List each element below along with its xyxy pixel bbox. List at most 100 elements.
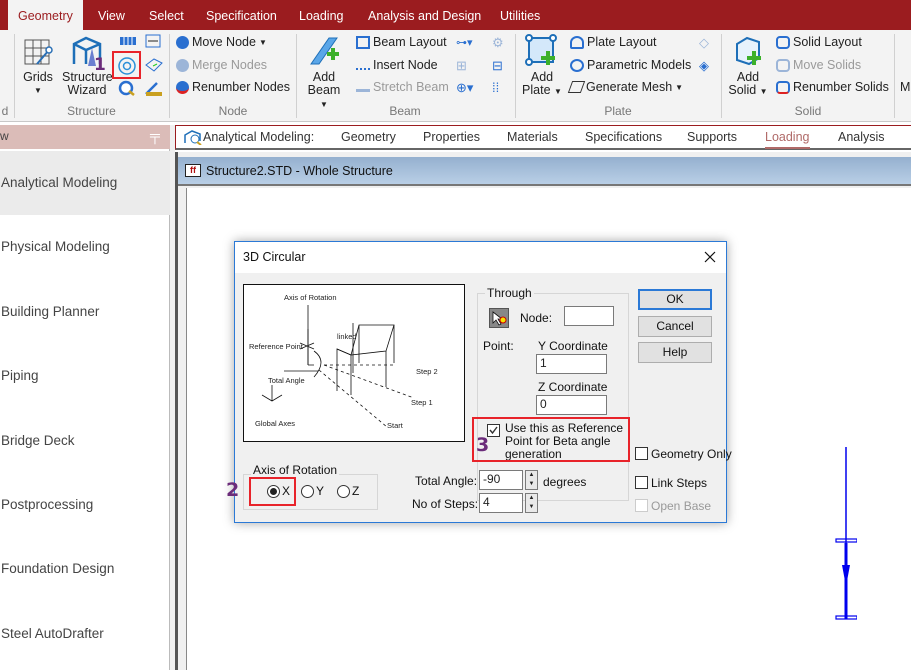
- plate-icon: [145, 58, 163, 72]
- plate-renumber-icon[interactable]: ◈: [699, 58, 709, 74]
- help-button[interactable]: Help: [638, 342, 712, 363]
- parametric-models-button[interactable]: Parametric Models: [570, 58, 691, 72]
- mode-geometry[interactable]: Geometry: [341, 126, 396, 149]
- tab-analysis-design[interactable]: Analysis and Design: [358, 0, 491, 30]
- mode-specifications[interactable]: Specifications: [585, 126, 662, 149]
- move-solids-button[interactable]: Move Solids: [776, 58, 861, 72]
- sidebar-item-postprocessing[interactable]: Postprocessing: [0, 473, 170, 537]
- total-angle-input[interactable]: -90: [479, 470, 523, 490]
- mode-supports[interactable]: Supports: [687, 126, 737, 149]
- total-angle-spinner[interactable]: ▲ ▼: [525, 470, 538, 490]
- move-node-button[interactable]: Move Node ▼: [176, 35, 267, 49]
- beam-dotted-icon[interactable]: ⁞⁞: [492, 80, 499, 95]
- axis-z-radio[interactable]: [337, 485, 350, 498]
- stretch-beam-button[interactable]: Stretch Beam: [356, 80, 449, 94]
- steps-spinner[interactable]: ▲ ▼: [525, 493, 538, 513]
- analytical-modeling-icon: [184, 130, 202, 145]
- ok-button[interactable]: OK: [638, 289, 712, 310]
- open-base-checkbox[interactable]: [635, 499, 648, 512]
- tab-geometry[interactable]: Geometry: [8, 0, 83, 30]
- highlight-box-2: [249, 477, 296, 506]
- tab-loading[interactable]: Loading: [289, 0, 354, 30]
- merge-nodes-label: Merge Nodes: [192, 58, 268, 72]
- beam-offset-icon[interactable]: ⊞: [456, 58, 467, 74]
- beam-split-icon[interactable]: ⊕▾: [456, 80, 473, 96]
- structure-member-drawing: [835, 447, 857, 620]
- document-title-bar: ff Structure2.STD - Whole Structure: [178, 157, 911, 186]
- z-coordinate-input[interactable]: 0: [536, 395, 607, 415]
- beam-layout-button[interactable]: Beam Layout: [356, 35, 447, 49]
- diagram-label-global-axes: Global Axes: [255, 419, 296, 428]
- tab-view[interactable]: View: [88, 0, 135, 30]
- renumber-solids-label: Renumber Solids: [793, 80, 889, 94]
- mode-materials[interactable]: Materials: [507, 126, 558, 149]
- add-beam-button[interactable]: Add Beam ▼: [302, 34, 346, 111]
- geometry-only-label: Geometry Only: [651, 447, 732, 461]
- grids-button[interactable]: Grids ▼: [20, 38, 56, 97]
- group-label-solid: Solid: [794, 104, 822, 118]
- load-arrow-icon: [842, 565, 850, 581]
- mode-bar: Analytical Modeling: Geometry Properties…: [175, 125, 911, 150]
- mode-analysis[interactable]: Analysis: [838, 126, 885, 149]
- spinner-arrows-icon: ▲ ▼: [528, 472, 535, 487]
- pin-icon[interactable]: ╤: [150, 127, 160, 143]
- more-ribbon-group[interactable]: M: [900, 80, 910, 94]
- group-separator: [894, 34, 895, 118]
- sidebar-item-foundation-design[interactable]: Foundation Design: [0, 537, 170, 601]
- cancel-button[interactable]: Cancel: [638, 316, 712, 337]
- axis-y-radio[interactable]: [301, 485, 314, 498]
- renumber-solids-button[interactable]: Renumber Solids: [776, 80, 889, 94]
- sidebar-item-steel-autodrafter[interactable]: Steel AutoDrafter: [0, 602, 170, 666]
- steps-input[interactable]: 4: [479, 493, 523, 513]
- mode-properties[interactable]: Properties: [423, 126, 480, 149]
- sidebar-item-physical-modeling[interactable]: Physical Modeling: [0, 215, 170, 279]
- node-input[interactable]: [564, 306, 614, 326]
- insert-node-label: Insert Node: [373, 58, 438, 72]
- beam-renumber-icon[interactable]: ⊟: [492, 58, 503, 74]
- menu-tab-bar: Geometry View Select Specification Loadi…: [0, 0, 911, 30]
- document-title: Structure2.STD - Whole Structure: [206, 164, 393, 178]
- generate-mesh-button[interactable]: Generate Mesh ▼: [567, 80, 683, 94]
- mode-label: Analytical Modeling:: [203, 130, 315, 144]
- solid-layout-button[interactable]: Solid Layout: [776, 35, 862, 49]
- move-solids-label: Move Solids: [793, 58, 862, 72]
- link-steps-checkbox[interactable]: [635, 476, 648, 489]
- tab-utilities[interactable]: Utilities: [490, 0, 550, 30]
- annotation-1: 1: [94, 55, 106, 75]
- beam-tool-icon[interactable]: ⊶▾: [456, 36, 473, 49]
- dropdown-arrow-icon: ▼: [258, 37, 267, 47]
- solid-layout-icon: [776, 35, 790, 49]
- merge-nodes-button[interactable]: Merge Nodes: [176, 58, 267, 72]
- dropdown-arrow-icon: ▼: [34, 86, 42, 95]
- axis-y-label: Y: [316, 484, 325, 498]
- plate-add-node-icon[interactable]: ◇: [699, 35, 709, 51]
- renumber-nodes-icon: [176, 80, 189, 94]
- document-icon: ff: [185, 164, 201, 177]
- sidebar-item-bridge-deck[interactable]: Bridge Deck: [0, 409, 170, 473]
- renumber-nodes-label: Renumber Nodes: [192, 80, 290, 94]
- beam-connect-icon[interactable]: ⚙: [492, 35, 504, 51]
- plate-layout-button[interactable]: Plate Layout: [570, 35, 657, 49]
- y-coordinate-input[interactable]: 1: [536, 354, 607, 374]
- close-icon[interactable]: [704, 251, 716, 263]
- sidebar-item-piping[interactable]: Piping: [0, 344, 170, 408]
- axis-z-label: Z: [352, 484, 360, 498]
- renumber-nodes-button[interactable]: Renumber Nodes: [176, 80, 290, 94]
- add-plate-button[interactable]: Add Plate ▼: [521, 34, 563, 98]
- add-beam-icon: [310, 37, 339, 65]
- pick-node-button[interactable]: [489, 308, 509, 328]
- stretch-beam-icon: [356, 82, 370, 92]
- add-solid-button[interactable]: Add Solid ▼: [727, 34, 769, 98]
- solid-layout-label: Solid Layout: [793, 35, 862, 49]
- mode-loading[interactable]: Loading: [765, 127, 810, 149]
- sidebar-item-building-planner[interactable]: Building Planner: [0, 280, 170, 344]
- tab-select[interactable]: Select: [139, 0, 194, 30]
- renumber-solids-icon: [776, 80, 790, 94]
- steps-label: No of Steps:: [412, 497, 479, 511]
- insert-node-button[interactable]: Insert Node: [356, 58, 438, 72]
- sidebar-item-analytical-modeling[interactable]: Analytical Modeling: [0, 151, 170, 215]
- geometry-only-checkbox[interactable]: [635, 447, 648, 460]
- link-steps-label: Link Steps: [651, 476, 708, 490]
- add-plate-label: Add Plate ▼: [522, 70, 562, 97]
- tab-specification[interactable]: Specification: [196, 0, 287, 30]
